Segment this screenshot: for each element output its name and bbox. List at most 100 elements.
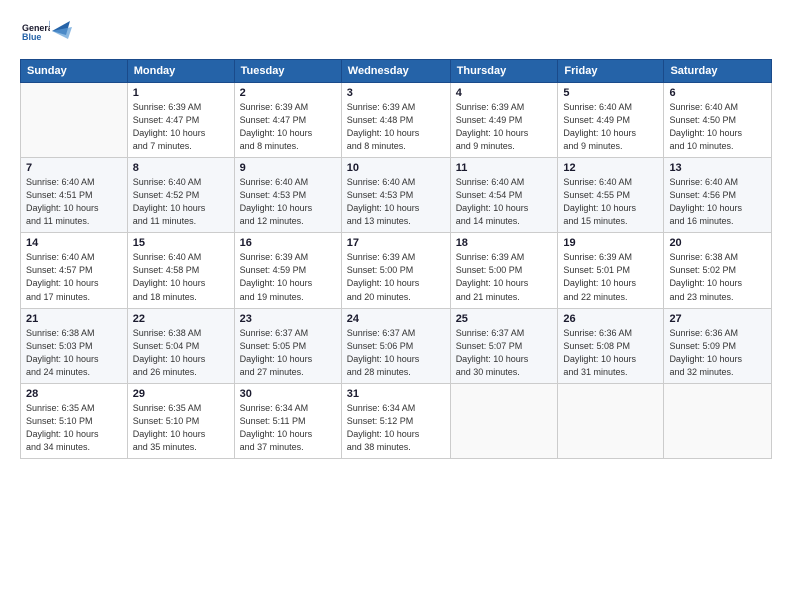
day-number: 24 <box>347 313 445 325</box>
column-header-wednesday: Wednesday <box>341 60 450 83</box>
day-info: Sunrise: 6:39 AM Sunset: 4:48 PM Dayligh… <box>347 101 445 153</box>
day-info: Sunrise: 6:35 AM Sunset: 5:10 PM Dayligh… <box>133 402 229 454</box>
calendar-cell: 5 Sunrise: 6:40 AM Sunset: 4:49 PM Daylig… <box>558 83 664 158</box>
calendar-cell: 28 Sunrise: 6:35 AM Sunset: 5:10 PM Dayli… <box>21 383 128 458</box>
calendar-cell: 13 Sunrise: 6:40 AM Sunset: 4:56 PM Dayli… <box>664 158 772 233</box>
day-number: 22 <box>133 313 229 325</box>
day-info: Sunrise: 6:39 AM Sunset: 4:59 PM Dayligh… <box>240 251 336 303</box>
day-info: Sunrise: 6:39 AM Sunset: 4:47 PM Dayligh… <box>240 101 336 153</box>
calendar-cell: 12 Sunrise: 6:40 AM Sunset: 4:55 PM Dayli… <box>558 158 664 233</box>
column-header-thursday: Thursday <box>450 60 558 83</box>
calendar-cell: 23 Sunrise: 6:37 AM Sunset: 5:05 PM Dayli… <box>234 308 341 383</box>
day-info: Sunrise: 6:35 AM Sunset: 5:10 PM Dayligh… <box>26 402 122 454</box>
day-info: Sunrise: 6:38 AM Sunset: 5:03 PM Dayligh… <box>26 327 122 379</box>
calendar-cell: 7Sunrise: 6:40 AM Sunset: 4:51 PM Daylig… <box>21 158 128 233</box>
day-info: Sunrise: 6:40 AM Sunset: 4:51 PM Dayligh… <box>26 176 122 228</box>
calendar-cell: 26Sunrise: 6:36 AM Sunset: 5:08 PM Dayli… <box>558 308 664 383</box>
day-info: Sunrise: 6:34 AM Sunset: 5:12 PM Dayligh… <box>347 402 445 454</box>
day-number: 30 <box>240 388 336 400</box>
day-info: Sunrise: 6:40 AM Sunset: 4:53 PM Dayligh… <box>240 176 336 228</box>
calendar-cell: 1 Sunrise: 6:39 AM Sunset: 4:47 PM Daylig… <box>127 83 234 158</box>
day-number: 5 <box>563 87 658 99</box>
page: General Blue SundayMondayTu <box>0 0 792 612</box>
day-number: 15 <box>133 237 229 249</box>
calendar-cell: 16Sunrise: 6:39 AM Sunset: 4:59 PM Dayli… <box>234 233 341 308</box>
calendar-cell: 21 Sunrise: 6:38 AM Sunset: 5:03 PM Dayli… <box>21 308 128 383</box>
day-number: 12 <box>563 162 658 174</box>
day-info: Sunrise: 6:38 AM Sunset: 5:04 PM Dayligh… <box>133 327 229 379</box>
calendar-cell: 9Sunrise: 6:40 AM Sunset: 4:53 PM Daylig… <box>234 158 341 233</box>
calendar-cell: 31 Sunrise: 6:34 AM Sunset: 5:12 PM Dayli… <box>341 383 450 458</box>
day-number: 10 <box>347 162 445 174</box>
day-number: 11 <box>456 162 553 174</box>
calendar-cell: 8Sunrise: 6:40 AM Sunset: 4:52 PM Daylig… <box>127 158 234 233</box>
day-info: Sunrise: 6:39 AM Sunset: 4:47 PM Dayligh… <box>133 101 229 153</box>
calendar-week-row: 7Sunrise: 6:40 AM Sunset: 4:51 PM Daylig… <box>21 158 772 233</box>
calendar-cell: 4 Sunrise: 6:39 AM Sunset: 4:49 PM Daylig… <box>450 83 558 158</box>
day-info: Sunrise: 6:40 AM Sunset: 4:58 PM Dayligh… <box>133 251 229 303</box>
calendar-cell: 17Sunrise: 6:39 AM Sunset: 5:00 PM Dayli… <box>341 233 450 308</box>
day-number: 29 <box>133 388 229 400</box>
calendar-cell <box>664 383 772 458</box>
day-number: 23 <box>240 313 336 325</box>
day-number: 13 <box>669 162 766 174</box>
day-number: 14 <box>26 237 122 249</box>
calendar-cell: 27 Sunrise: 6:36 AM Sunset: 5:09 PM Dayli… <box>664 308 772 383</box>
calendar-week-row: 14 Sunrise: 6:40 AM Sunset: 4:57 PM Dayli… <box>21 233 772 308</box>
calendar-cell: 15 Sunrise: 6:40 AM Sunset: 4:58 PM Dayli… <box>127 233 234 308</box>
column-header-monday: Monday <box>127 60 234 83</box>
calendar-header-row: SundayMondayTuesdayWednesdayThursdayFrid… <box>21 60 772 83</box>
day-number: 27 <box>669 313 766 325</box>
calendar-cell: 20 Sunrise: 6:38 AM Sunset: 5:02 PM Dayli… <box>664 233 772 308</box>
day-info: Sunrise: 6:36 AM Sunset: 5:08 PM Dayligh… <box>563 327 658 379</box>
calendar-cell: 30 Sunrise: 6:34 AM Sunset: 5:11 PM Dayli… <box>234 383 341 458</box>
logo-bird-icon <box>42 17 72 45</box>
calendar-table: SundayMondayTuesdayWednesdayThursdayFrid… <box>20 59 772 459</box>
calendar-cell: 10 Sunrise: 6:40 AM Sunset: 4:53 PM Dayli… <box>341 158 450 233</box>
calendar-week-row: 28 Sunrise: 6:35 AM Sunset: 5:10 PM Dayli… <box>21 383 772 458</box>
day-info: Sunrise: 6:40 AM Sunset: 4:56 PM Dayligh… <box>669 176 766 228</box>
day-number: 21 <box>26 313 122 325</box>
calendar-cell: 14 Sunrise: 6:40 AM Sunset: 4:57 PM Dayli… <box>21 233 128 308</box>
day-number: 28 <box>26 388 122 400</box>
day-number: 31 <box>347 388 445 400</box>
calendar-cell <box>21 83 128 158</box>
day-info: Sunrise: 6:39 AM Sunset: 5:00 PM Dayligh… <box>456 251 553 303</box>
calendar-cell: 19Sunrise: 6:39 AM Sunset: 5:01 PM Dayli… <box>558 233 664 308</box>
day-number: 25 <box>456 313 553 325</box>
calendar-cell: 6Sunrise: 6:40 AM Sunset: 4:50 PM Daylig… <box>664 83 772 158</box>
day-info: Sunrise: 6:37 AM Sunset: 5:05 PM Dayligh… <box>240 327 336 379</box>
day-info: Sunrise: 6:40 AM Sunset: 4:49 PM Dayligh… <box>563 101 658 153</box>
day-number: 1 <box>133 87 229 99</box>
day-info: Sunrise: 6:36 AM Sunset: 5:09 PM Dayligh… <box>669 327 766 379</box>
day-number: 8 <box>133 162 229 174</box>
calendar-week-row: 21 Sunrise: 6:38 AM Sunset: 5:03 PM Dayli… <box>21 308 772 383</box>
calendar-cell: 3 Sunrise: 6:39 AM Sunset: 4:48 PM Daylig… <box>341 83 450 158</box>
calendar-cell: 24 Sunrise: 6:37 AM Sunset: 5:06 PM Dayli… <box>341 308 450 383</box>
calendar-cell: 18Sunrise: 6:39 AM Sunset: 5:00 PM Dayli… <box>450 233 558 308</box>
calendar-cell: 11 Sunrise: 6:40 AM Sunset: 4:54 PM Dayli… <box>450 158 558 233</box>
day-number: 3 <box>347 87 445 99</box>
column-header-friday: Friday <box>558 60 664 83</box>
header: General Blue <box>20 18 772 51</box>
day-info: Sunrise: 6:40 AM Sunset: 4:55 PM Dayligh… <box>563 176 658 228</box>
column-header-tuesday: Tuesday <box>234 60 341 83</box>
day-number: 2 <box>240 87 336 99</box>
day-info: Sunrise: 6:37 AM Sunset: 5:07 PM Dayligh… <box>456 327 553 379</box>
day-info: Sunrise: 6:40 AM Sunset: 4:53 PM Dayligh… <box>347 176 445 228</box>
calendar-cell <box>450 383 558 458</box>
day-info: Sunrise: 6:40 AM Sunset: 4:54 PM Dayligh… <box>456 176 553 228</box>
calendar-cell: 22 Sunrise: 6:38 AM Sunset: 5:04 PM Dayli… <box>127 308 234 383</box>
calendar-cell: 2 Sunrise: 6:39 AM Sunset: 4:47 PM Daylig… <box>234 83 341 158</box>
calendar-cell: 25 Sunrise: 6:37 AM Sunset: 5:07 PM Dayli… <box>450 308 558 383</box>
day-info: Sunrise: 6:37 AM Sunset: 5:06 PM Dayligh… <box>347 327 445 379</box>
day-info: Sunrise: 6:39 AM Sunset: 4:49 PM Dayligh… <box>456 101 553 153</box>
day-info: Sunrise: 6:39 AM Sunset: 5:01 PM Dayligh… <box>563 251 658 303</box>
day-info: Sunrise: 6:38 AM Sunset: 5:02 PM Dayligh… <box>669 251 766 303</box>
day-info: Sunrise: 6:34 AM Sunset: 5:11 PM Dayligh… <box>240 402 336 454</box>
day-number: 17 <box>347 237 445 249</box>
day-number: 20 <box>669 237 766 249</box>
day-number: 4 <box>456 87 553 99</box>
logo: General Blue <box>20 18 72 51</box>
day-info: Sunrise: 6:40 AM Sunset: 4:57 PM Dayligh… <box>26 251 122 303</box>
